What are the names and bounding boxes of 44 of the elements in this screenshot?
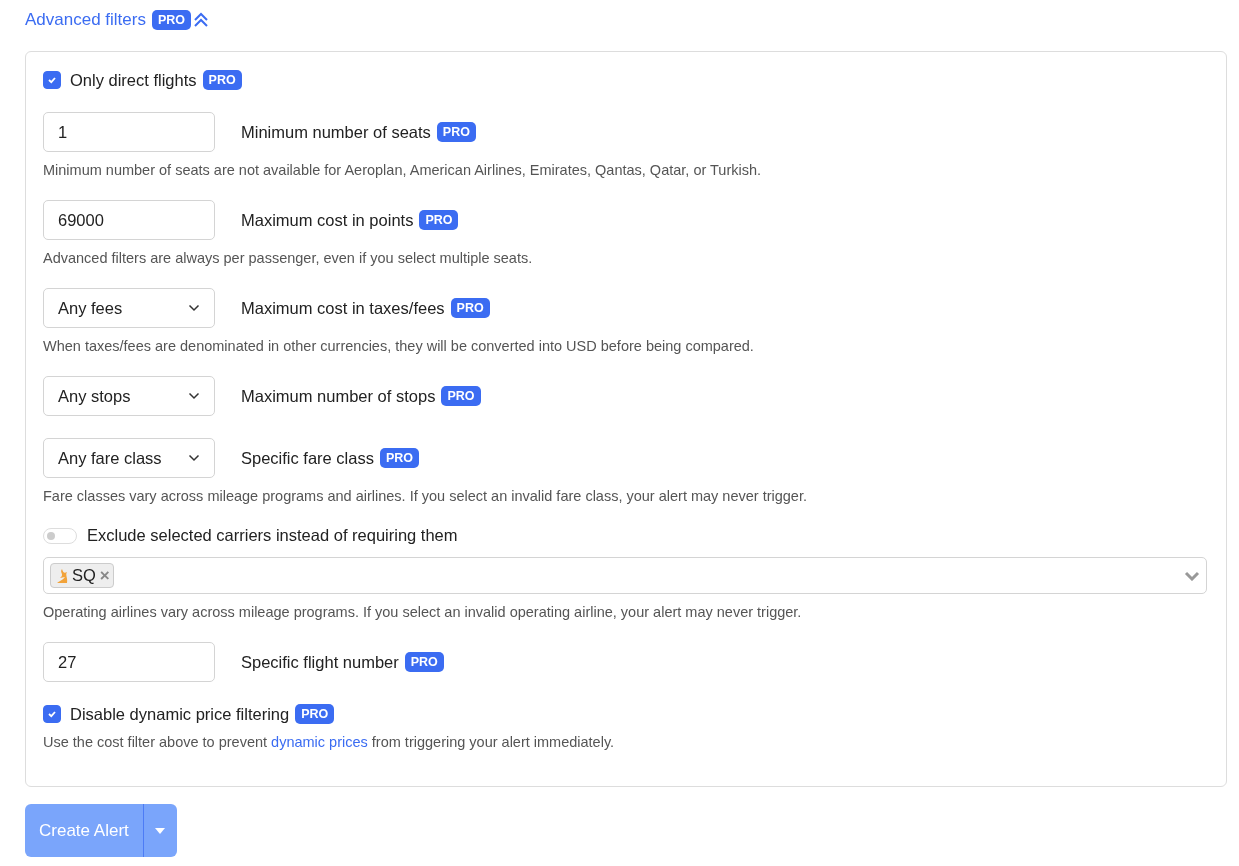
checkbox-label: Only direct flights (70, 70, 197, 90)
field-label: Minimum number of seats (241, 122, 431, 142)
input-field[interactable]: 27 (43, 642, 215, 682)
pro-badge: PRO (450, 298, 490, 318)
help-text: Use the cost filter above to prevent dynamic prices from triggering your alert immediately. (43, 734, 616, 750)
chevron-down-icon (188, 392, 200, 400)
pro-badge: PRO (379, 448, 420, 468)
chevron-down-icon (188, 304, 200, 312)
chevron-down-icon[interactable] (1184, 570, 1200, 581)
help-text: Fare classes vary across mileage programs and airlines. If you select an invalid fare class, your alert may never trigger. (43, 488, 808, 504)
checkbox[interactable] (43, 71, 61, 89)
help-text: Operating airlines vary across mileage programs. If you select an invalid operating airline, your alert may never trigger. (43, 604, 803, 620)
help-text: When taxes/fees are denominated in other currencies, they will be converted into USD before being compared. (43, 338, 755, 354)
input-field[interactable]: 69000 (43, 200, 215, 240)
field-label: Specific fare class (241, 448, 374, 468)
field-label: Maximum cost in taxes/fees (241, 298, 445, 318)
pro-badge: PRO (151, 10, 192, 30)
help-text: Minimum number of seats are not available for Aeroplan, American Airlines, Emirates, Qantas, Qatar, or Turkish. (43, 162, 763, 178)
select-field[interactable]: Any fare class (43, 438, 215, 478)
carrier-select-field[interactable]: SQ × (43, 557, 1207, 594)
pro-badge: PRO (419, 210, 459, 230)
chevron-down-icon (188, 454, 200, 462)
bird-logo-icon (56, 567, 68, 584)
checkbox[interactable] (43, 705, 61, 723)
toggle-switch[interactable] (43, 527, 77, 544)
select-field[interactable]: Any stops (43, 376, 215, 416)
check-icon (47, 75, 57, 85)
field-label: Specific flight number (241, 652, 399, 672)
select-field[interactable]: Any fees (43, 288, 215, 328)
pro-badge: PRO (295, 704, 335, 724)
pro-badge: PRO (404, 652, 444, 672)
pro-badge: PRO (202, 70, 242, 90)
field-label: Maximum cost in points (241, 210, 414, 230)
check-icon (47, 709, 57, 719)
pro-badge: PRO (441, 386, 481, 406)
input-field[interactable]: 1 (43, 112, 215, 152)
carrier-tag: SQ × (50, 563, 114, 588)
checkbox-label: Disable dynamic price filtering (70, 704, 290, 724)
advanced-filters-link[interactable]: Advanced filters (25, 10, 146, 30)
field-label: Maximum number of stops (241, 386, 436, 406)
pro-badge: PRO (436, 122, 476, 142)
toggle-label: Exclude selected carriers instead of requiring them (87, 526, 458, 545)
help-text: Advanced filters are always per passenger, even if you select multiple seats. (43, 250, 534, 266)
dynamic-prices-link[interactable]: dynamic prices (271, 734, 368, 750)
